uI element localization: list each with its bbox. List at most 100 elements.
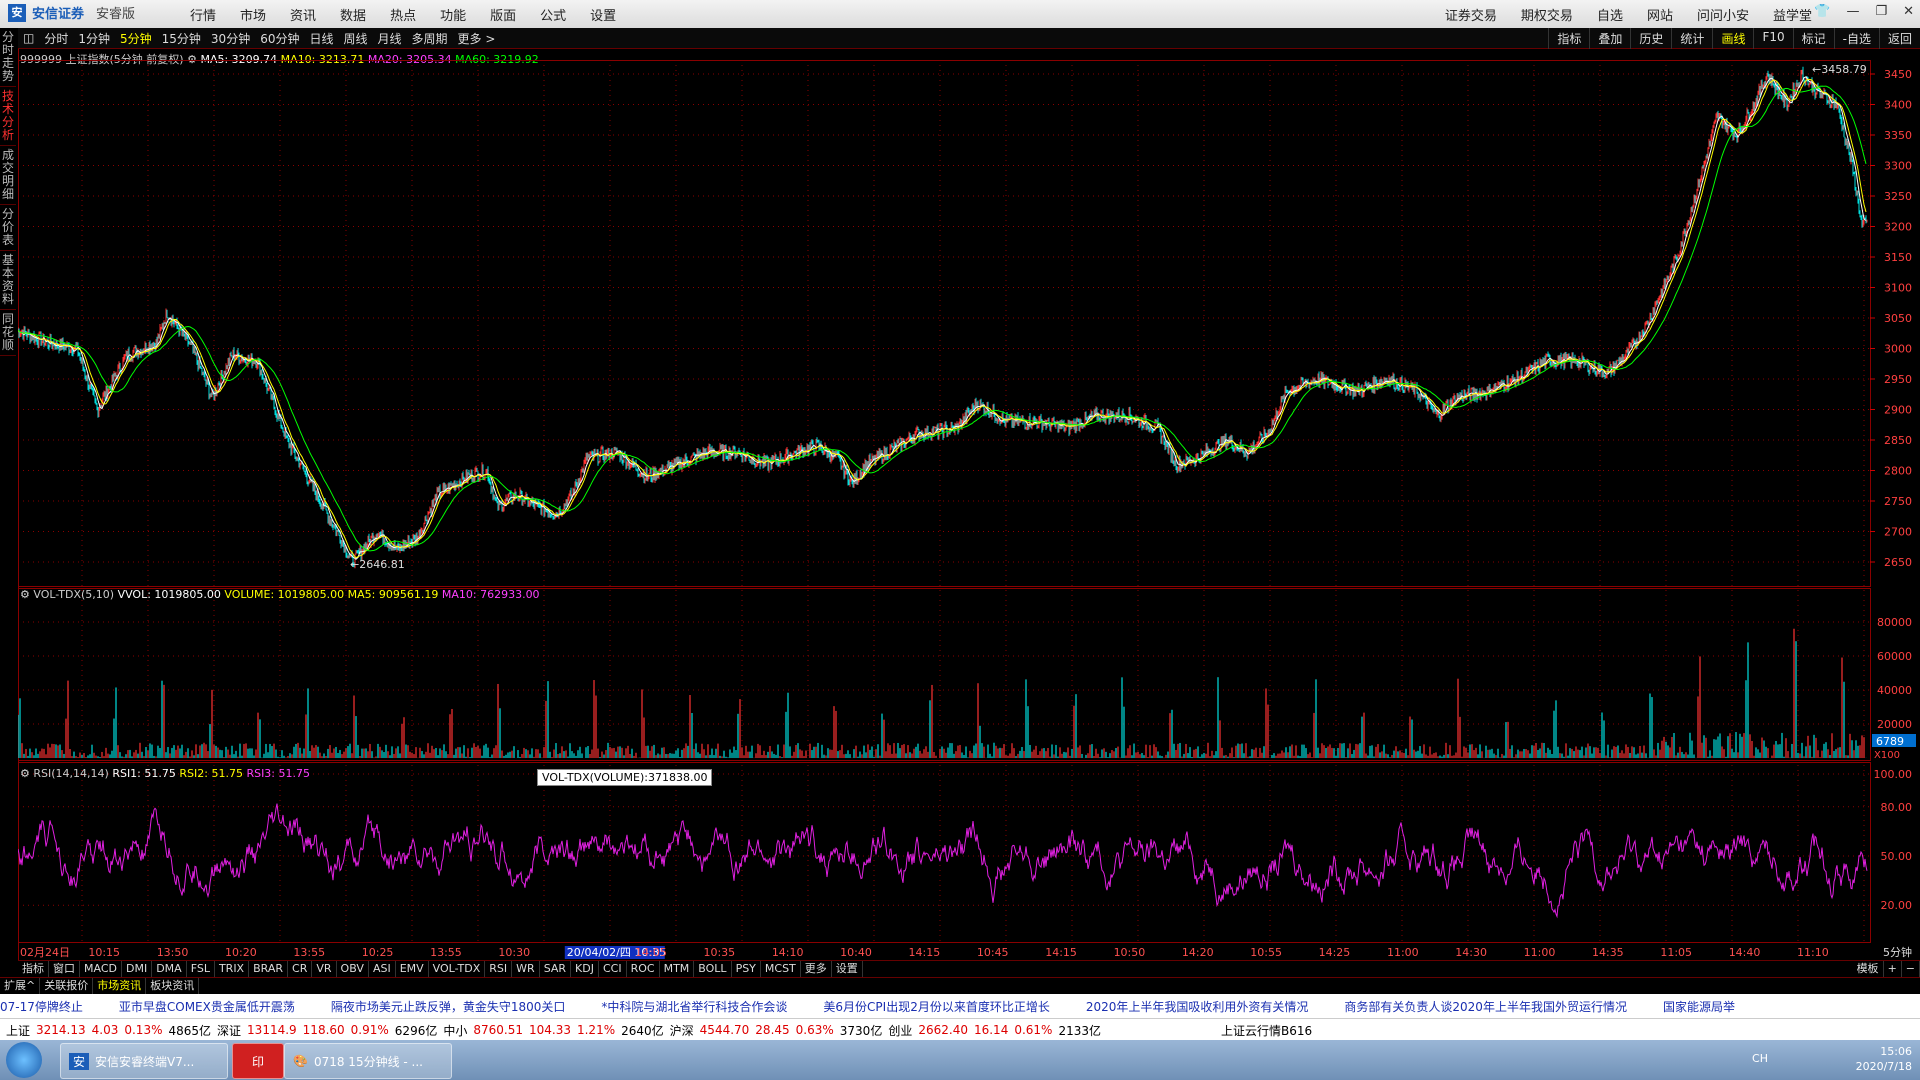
left-tab-2[interactable]: 成交明细 [0,146,16,205]
indicator-tab-13[interactable]: VOL-TDX [429,961,486,977]
period-tab-5[interactable]: 60分钟 [255,30,304,47]
indicator-tab-2[interactable]: MACD [80,961,122,977]
indicator-tab-10[interactable]: OBV [337,961,369,977]
indicator-tab-18[interactable]: CCI [599,961,627,977]
index-name-1[interactable]: 深证 [217,1022,241,1039]
tool-4[interactable]: 画线 [1712,28,1753,49]
cloud-label[interactable]: 上证云行情B616 [1221,1022,1312,1039]
period-tab-7[interactable]: 周线 [339,30,373,47]
menu-item-1[interactable]: 市场 [228,5,278,24]
zoom-out-icon[interactable]: − [1902,961,1920,977]
tool-8[interactable]: 返回 [1878,28,1920,49]
indicator-tab-19[interactable]: ROC [627,961,660,977]
indicator-tab-9[interactable]: VR [312,961,337,977]
panel-icon[interactable]: ◫ [18,31,39,45]
clock[interactable]: 15:06 2020/7/18 [1856,1044,1912,1074]
indicator-tab-0[interactable]: 指标 [18,961,49,977]
period-tab-2[interactable]: 5分钟 [115,30,157,47]
zoom-in-icon[interactable]: + [1884,961,1902,977]
indicator-tab-14[interactable]: RSI [485,961,513,977]
menu-item-6[interactable]: 版面 [478,5,528,24]
period-tab-3[interactable]: 15分钟 [157,30,206,47]
indicator-tab-15[interactable]: WR [512,961,540,977]
indicator-tab-6[interactable]: TRIX [215,961,250,977]
taskbar-app-1[interactable]: 安 安信安睿终端V7... [60,1043,228,1079]
news-item-4[interactable]: 美6月份CPI出现2月份以来首度环比正增长 [823,998,1049,1015]
news-item-6[interactable]: 商务部有关负责人谈2020年上半年我国外贸运行情况 [1344,998,1627,1015]
right-menu-item-1[interactable]: 期权交易 [1509,5,1585,24]
tool-2[interactable]: 历史 [1630,28,1671,49]
indicator-tab-21[interactable]: BOLL [694,961,732,977]
index-name-4[interactable]: 创业 [888,1022,912,1039]
index-name-0[interactable]: 上证 [6,1022,30,1039]
menu-item-7[interactable]: 公式 [528,5,578,24]
indicator-tab-4[interactable]: DMA [152,961,187,977]
menu-item-5[interactable]: 功能 [428,5,478,24]
taskbar-app-pin[interactable]: 印 [232,1043,284,1079]
indicator-tab-7[interactable]: BRAR [249,961,289,977]
tool-6[interactable]: 标记 [1792,28,1834,49]
news-item-1[interactable]: 亚市早盘COMEX贵金属低开震荡 [119,998,295,1015]
right-menu-item-4[interactable]: 问问小安 [1685,5,1761,24]
menu-item-3[interactable]: 数据 [328,5,378,24]
period-tab-9[interactable]: 多周期 [407,30,453,47]
period-tab-0[interactable]: 分时 [39,30,73,47]
indicator-tab-17[interactable]: KDJ [571,961,599,977]
news-item-2[interactable]: 隔夜市场美元止跌反弹，黄金失守1800关口 [331,998,566,1015]
indicator-tab-25[interactable]: 设置 [832,961,863,977]
menu-item-8[interactable]: 设置 [578,5,628,24]
news-item-7[interactable]: 国家能源局举 [1663,998,1735,1015]
indicator-tab-16[interactable]: SAR [540,961,572,977]
indicator-tab-5[interactable]: FSL [187,961,215,977]
menu-item-4[interactable]: 热点 [378,5,428,24]
lang-indicator[interactable]: CH [1752,1052,1768,1065]
indicator-tab-23[interactable]: MCST [761,961,801,977]
period-tab-1[interactable]: 1分钟 [73,30,115,47]
left-tab-0[interactable]: 分时走势 [0,28,16,87]
indicator-tab-20[interactable]: MTM [660,961,695,977]
news-item-5[interactable]: 2020年上半年我国吸收利用外资有关情况 [1086,998,1309,1015]
right-menu-item-3[interactable]: 网站 [1635,5,1685,24]
left-tab-4[interactable]: 基本资料 [0,251,16,310]
template-button[interactable]: 模板 [1853,961,1884,977]
tool-7[interactable]: -自选 [1833,28,1879,49]
tool-0[interactable]: 指标 [1548,28,1589,49]
info-tab-3[interactable]: 板块资讯 [146,978,200,994]
tool-1[interactable]: 叠加 [1589,28,1630,49]
index-name-3[interactable]: 沪深 [670,1022,694,1039]
indicator-tab-22[interactable]: PSY [732,961,761,977]
info-tab-1[interactable]: 关联报价 [40,978,94,994]
period-tab-4[interactable]: 30分钟 [206,30,255,47]
info-tab-2[interactable]: 市场资讯 [93,978,147,994]
volume-settings-icon[interactable]: ⚙ [20,588,30,601]
tool-3[interactable]: 统计 [1671,28,1712,49]
index-name-2[interactable]: 中小 [443,1022,467,1039]
period-tab-6[interactable]: 日线 [304,30,338,47]
left-tab-3[interactable]: 分价表 [0,205,16,251]
news-item-3[interactable]: *中科院与湖北省举行科技合作会谈 [601,998,787,1015]
menu-item-0[interactable]: 行情 [178,5,228,24]
close-icon[interactable]: ✕ [1903,4,1914,19]
left-tab-5[interactable]: 同花顺 [0,310,16,356]
minimize-icon[interactable]: — [1846,4,1859,19]
start-button[interactable] [6,1042,42,1078]
taskbar-app-2[interactable]: 🎨 0718 15分钟线 - ... [284,1043,452,1079]
info-tab-0[interactable]: 扩展^ [0,978,41,994]
period-tab-10[interactable]: 更多 > [453,30,501,47]
indicator-tab-12[interactable]: EMV [396,961,429,977]
tool-5[interactable]: F10 [1753,28,1792,49]
left-tab-1[interactable]: 技术分析 [0,87,16,146]
news-item-0[interactable]: 07-17停牌终止 [0,998,83,1015]
shirt-icon[interactable]: 👕 [1814,4,1830,19]
menu-item-2[interactable]: 资讯 [278,5,328,24]
restore-icon[interactable]: ❐ [1875,4,1887,19]
indicator-tab-8[interactable]: CR [288,961,313,977]
rsi-settings-icon[interactable]: ⚙ [20,767,30,780]
indicator-tab-11[interactable]: ASI [369,961,396,977]
period-tab-8[interactable]: 月线 [373,30,407,47]
right-menu-item-2[interactable]: 自选 [1585,5,1635,24]
right-menu-item-0[interactable]: 证券交易 [1433,5,1509,24]
indicator-tab-1[interactable]: 窗口 [49,961,80,977]
indicator-tab-24[interactable]: 更多 [801,961,832,977]
indicator-tab-3[interactable]: DMI [122,961,153,977]
